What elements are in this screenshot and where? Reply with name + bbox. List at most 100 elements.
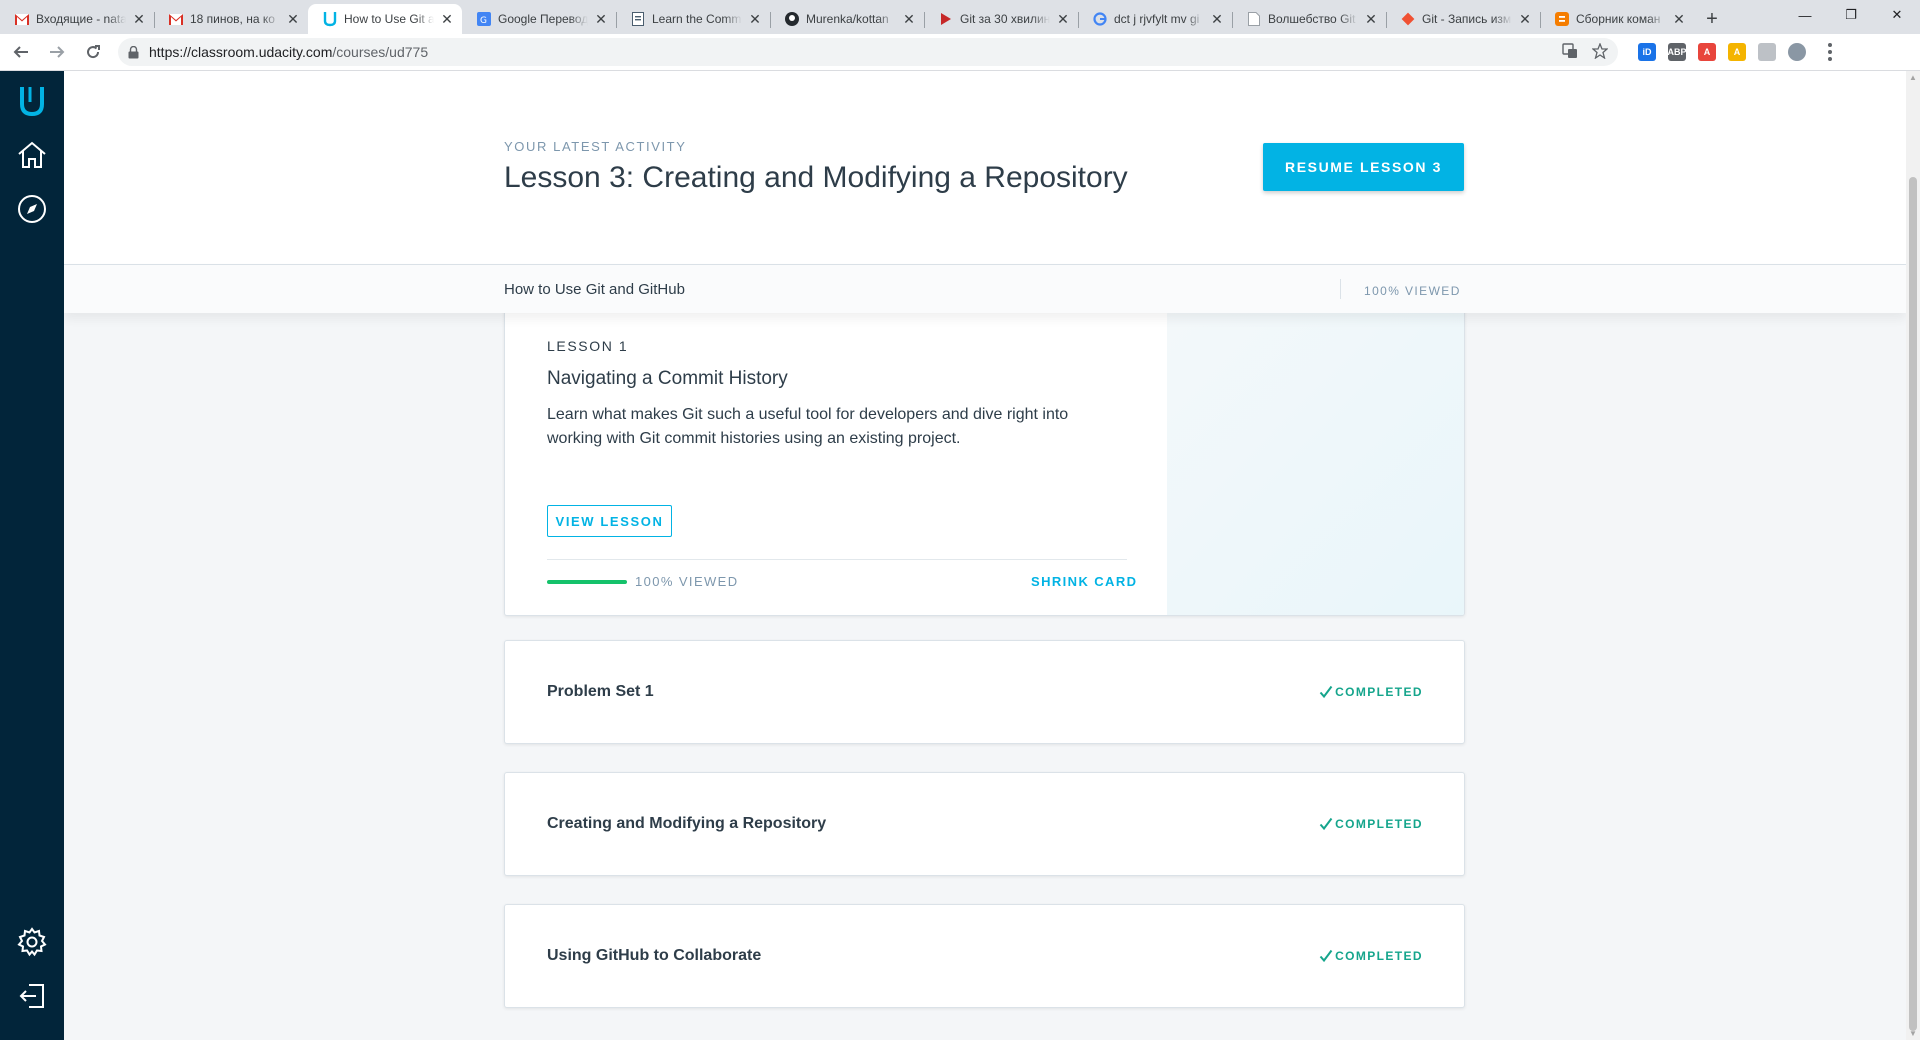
lesson-progress-text: 100% VIEWED xyxy=(635,574,739,589)
close-window-button[interactable]: ✕ xyxy=(1874,0,1920,30)
browser-tab[interactable]: Learn the Comm ✕ xyxy=(616,4,770,34)
extension-a-icon[interactable]: A xyxy=(1698,43,1716,61)
play-icon xyxy=(938,11,954,27)
address-bar[interactable]: https://classroom.udacity.com/courses/ud… xyxy=(118,38,1618,66)
page-scrollbar[interactable]: ▲ ▼ xyxy=(1906,71,1920,1040)
tab-title: Murenka/kottan xyxy=(806,12,889,26)
home-icon[interactable] xyxy=(0,131,64,179)
git-icon xyxy=(1400,11,1416,27)
completed-status: COMPLETED xyxy=(1319,817,1423,831)
tab-title: Learn the Comm xyxy=(652,12,742,26)
gmail-icon xyxy=(168,11,184,27)
lesson-progress-bar xyxy=(547,580,627,584)
document-icon xyxy=(630,11,646,27)
latest-activity-label: YOUR LATEST ACTIVITY xyxy=(504,139,687,154)
browser-tab-active[interactable]: How to Use Git a ✕ xyxy=(308,4,462,34)
bookmark-star-icon[interactable] xyxy=(1591,41,1609,62)
resume-lesson-button[interactable]: RESUME LESSON 3 xyxy=(1263,143,1464,191)
close-tab-icon[interactable]: ✕ xyxy=(1518,11,1532,28)
tab-title: Git за 30 хвилин xyxy=(960,12,1050,26)
browser-tab[interactable]: Git - Запись изм ✕ xyxy=(1386,4,1540,34)
profile-avatar-icon[interactable] xyxy=(1788,43,1806,61)
arrow-right-icon xyxy=(50,46,65,58)
status-label: COMPLETED xyxy=(1335,817,1423,831)
tab-title: Google Перевод xyxy=(498,12,588,26)
browser-tab[interactable]: G Google Перевод ✕ xyxy=(462,4,616,34)
reload-button[interactable] xyxy=(78,37,108,67)
close-tab-icon[interactable]: ✕ xyxy=(1056,11,1070,28)
settings-icon[interactable] xyxy=(0,918,64,966)
course-progress-text: 100% VIEWED xyxy=(1364,284,1461,298)
browser-toolbar: https://classroom.udacity.com/courses/ud… xyxy=(0,34,1920,71)
close-tab-icon[interactable]: ✕ xyxy=(132,11,146,28)
lock-icon xyxy=(128,45,139,59)
lesson-item-card[interactable]: Problem Set 1 COMPLETED xyxy=(504,640,1465,744)
logout-icon[interactable] xyxy=(0,972,64,1020)
close-tab-icon[interactable]: ✕ xyxy=(594,11,608,28)
google-translate-icon: G xyxy=(476,11,492,27)
course-title: How to Use Git and GitHub xyxy=(504,281,685,298)
close-tab-icon[interactable]: ✕ xyxy=(286,11,300,28)
new-tab-button[interactable]: + xyxy=(1698,4,1726,34)
latest-activity-title: Lesson 3: Creating and Modifying a Repos… xyxy=(504,161,1128,194)
udacity-logo[interactable] xyxy=(0,77,64,125)
completed-status: COMPLETED xyxy=(1319,685,1423,699)
browser-tabstrip: Входящие - nata ✕ 18 пинов, на ко ✕ How … xyxy=(0,0,1920,34)
divider xyxy=(1340,279,1341,299)
scrollbar-thumb[interactable] xyxy=(1909,177,1917,1031)
completed-status: COMPLETED xyxy=(1319,949,1423,963)
browser-tab[interactable]: Сборник коман ✕ xyxy=(1540,4,1694,34)
lesson-item-title: Problem Set 1 xyxy=(547,683,654,700)
tab-title: dct j rjvfylt mv gi xyxy=(1114,12,1200,26)
app-sidebar xyxy=(0,71,64,1040)
scroll-down-icon[interactable]: ▼ xyxy=(1909,1029,1917,1038)
status-label: COMPLETED xyxy=(1335,685,1423,699)
checkmark-icon xyxy=(1319,949,1333,963)
scroll-up-icon[interactable]: ▲ xyxy=(1909,73,1917,82)
lesson-progress-fill xyxy=(547,580,627,584)
main-content: YOUR LATEST ACTIVITY Lesson 3: Creating … xyxy=(64,71,1906,1040)
browser-tab[interactable]: dct j rjvfylt mv gi ✕ xyxy=(1078,4,1232,34)
blogger-icon xyxy=(1554,11,1570,27)
browser-tab[interactable]: Murenka/kottan ✕ xyxy=(770,4,924,34)
window-controls: — ❐ ✕ xyxy=(1782,0,1920,30)
minimize-button[interactable]: — xyxy=(1782,0,1828,30)
gmail-icon xyxy=(14,11,30,27)
github-icon xyxy=(784,11,800,27)
extension-id-icon[interactable]: iD xyxy=(1638,43,1656,61)
browser-tab[interactable]: Волшебство Git ✕ xyxy=(1232,4,1386,34)
lesson-item-card[interactable]: Using GitHub to Collaborate COMPLETED xyxy=(504,904,1465,1008)
close-tab-icon[interactable]: ✕ xyxy=(902,11,916,28)
close-tab-icon[interactable]: ✕ xyxy=(1672,11,1686,28)
close-tab-icon[interactable]: ✕ xyxy=(748,11,762,28)
close-tab-icon[interactable]: ✕ xyxy=(1364,11,1378,28)
tab-title: How to Use Git a xyxy=(344,12,434,26)
extension-translate-icon[interactable]: A xyxy=(1728,43,1746,61)
browser-tab[interactable]: 18 пинов, на ко ✕ xyxy=(154,4,308,34)
page-icon xyxy=(1246,11,1262,27)
browser-tab[interactable]: Входящие - nata ✕ xyxy=(0,4,154,34)
browser-menu-icon[interactable] xyxy=(1820,43,1840,61)
url-path: /courses/ud775 xyxy=(332,44,429,60)
forward-button[interactable] xyxy=(42,37,72,67)
course-header-bar: How to Use Git and GitHub 100% VIEWED xyxy=(64,265,1906,313)
view-lesson-button[interactable]: VIEW LESSON xyxy=(547,505,672,537)
restore-button[interactable]: ❐ xyxy=(1828,0,1874,30)
tab-title: 18 пинов, на ко xyxy=(190,12,275,26)
back-button[interactable] xyxy=(6,37,36,67)
browser-tab[interactable]: Git за 30 хвилин ✕ xyxy=(924,4,1078,34)
extension-abp-icon[interactable]: ABP xyxy=(1668,43,1687,61)
lesson-item-title: Using GitHub to Collaborate xyxy=(547,947,762,964)
translate-icon[interactable] xyxy=(1562,42,1578,62)
lesson-item-card[interactable]: Creating and Modifying a Repository COMP… xyxy=(504,772,1465,876)
compass-icon[interactable] xyxy=(0,185,64,233)
lesson-number: LESSON 1 xyxy=(547,338,629,354)
tab-title: Git - Запись изм xyxy=(1422,12,1512,26)
svg-text:G: G xyxy=(480,16,487,26)
url-text: https://classroom.udacity.com/courses/ud… xyxy=(149,44,1562,60)
close-tab-icon[interactable]: ✕ xyxy=(1210,11,1224,28)
close-tab-icon[interactable]: ✕ xyxy=(440,11,454,28)
extension-image-icon[interactable] xyxy=(1758,43,1776,61)
lesson-item-title: Creating and Modifying a Repository xyxy=(547,815,827,832)
shrink-card-link[interactable]: SHRINK CARD xyxy=(1031,574,1137,589)
